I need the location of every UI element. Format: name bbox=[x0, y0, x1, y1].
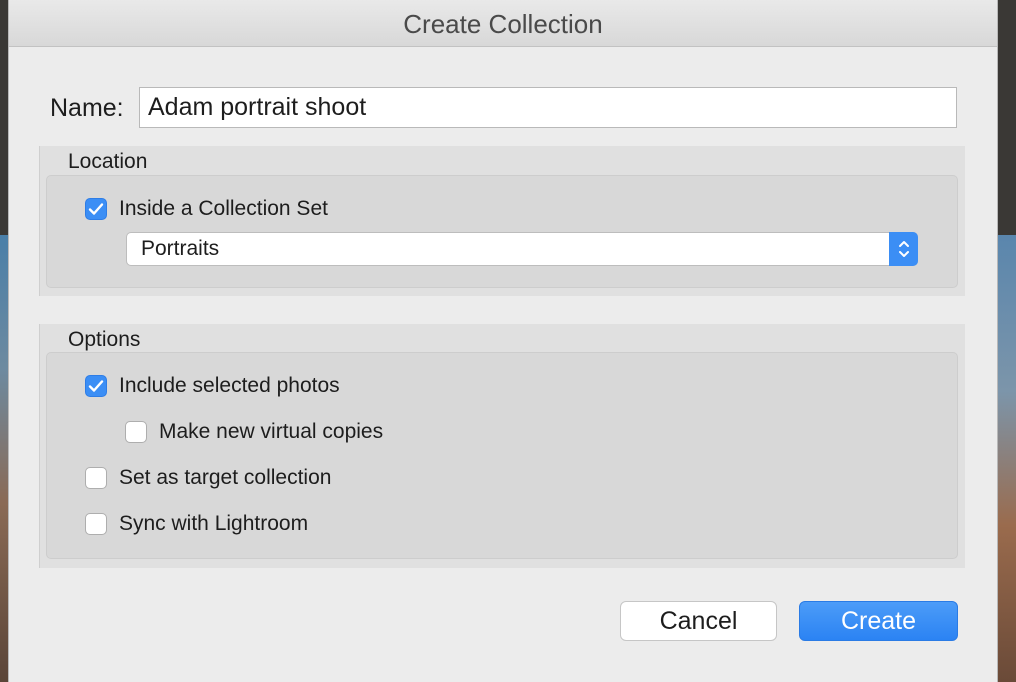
create-collection-dialog: Create Collection Name: Location Inside … bbox=[8, 0, 998, 682]
options-title: Options bbox=[68, 328, 141, 351]
make-virtual-copies-checkbox[interactable] bbox=[125, 421, 147, 443]
inside-collection-set-checkbox[interactable] bbox=[85, 198, 107, 220]
checkmark-icon bbox=[88, 380, 104, 392]
collection-set-popup[interactable]: Portraits bbox=[126, 232, 918, 266]
dialog-title: Create Collection bbox=[9, 0, 997, 47]
sync-with-lightroom-label: Sync with Lightroom bbox=[119, 512, 309, 535]
name-label: Name: bbox=[50, 94, 124, 122]
checkmark-icon bbox=[88, 203, 104, 215]
location-box: Inside a Collection Set Portraits bbox=[46, 175, 958, 288]
set-target-collection-label: Set as target collection bbox=[119, 466, 332, 489]
collection-set-value: Portraits bbox=[141, 237, 220, 260]
options-section: Options Include selected photos Make new… bbox=[39, 324, 965, 568]
include-selected-photos-label: Include selected photos bbox=[119, 374, 340, 397]
include-selected-photos-checkbox[interactable] bbox=[85, 375, 107, 397]
chevron-up-down-icon[interactable] bbox=[889, 232, 918, 266]
cancel-button[interactable]: Cancel bbox=[620, 601, 777, 641]
sync-with-lightroom-row[interactable]: Sync with Lightroom bbox=[85, 512, 308, 536]
inside-collection-set-label: Inside a Collection Set bbox=[119, 197, 328, 220]
background-photo-right bbox=[996, 235, 1016, 682]
set-target-collection-row[interactable]: Set as target collection bbox=[85, 466, 331, 490]
options-box: Include selected photos Make new virtual… bbox=[46, 352, 958, 559]
sync-with-lightroom-checkbox[interactable] bbox=[85, 513, 107, 535]
location-title: Location bbox=[68, 150, 148, 173]
make-virtual-copies-row[interactable]: Make new virtual copies bbox=[125, 420, 383, 444]
create-button[interactable]: Create bbox=[799, 601, 958, 641]
name-input[interactable] bbox=[139, 87, 957, 128]
location-section: Location Inside a Collection Set Portrai… bbox=[39, 146, 965, 296]
set-target-collection-checkbox[interactable] bbox=[85, 467, 107, 489]
include-selected-photos-row[interactable]: Include selected photos bbox=[85, 374, 340, 398]
make-virtual-copies-label: Make new virtual copies bbox=[159, 420, 384, 443]
inside-collection-set-row[interactable]: Inside a Collection Set bbox=[85, 197, 328, 221]
